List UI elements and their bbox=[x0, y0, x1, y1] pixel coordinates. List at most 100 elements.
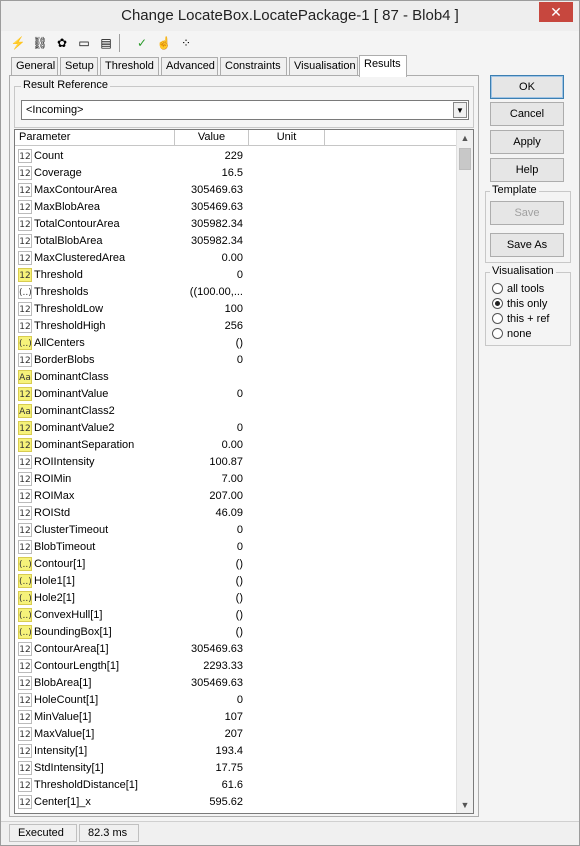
radio-this-plus-ref[interactable]: this + ref bbox=[492, 312, 550, 326]
visualisation-label: Visualisation bbox=[490, 265, 556, 277]
number-type-icon: 12 bbox=[18, 166, 32, 180]
result-reference-select[interactable]: <Incoming> ▼ bbox=[21, 100, 469, 120]
table-row[interactable]: (..) Hole1[1] () bbox=[15, 573, 457, 590]
parameter-name: MaxBlobArea bbox=[34, 201, 101, 213]
parameter-name: MaxContourArea bbox=[34, 184, 118, 196]
column-header-unit[interactable]: Unit bbox=[249, 130, 325, 146]
table-row[interactable]: 12 ROIIntensity 100.87 bbox=[15, 454, 457, 471]
table-row[interactable]: 12 Count 229 bbox=[15, 148, 457, 165]
number-type-icon: 12 bbox=[18, 387, 32, 401]
nodes-icon[interactable]: ⁘ bbox=[177, 34, 195, 52]
table-row[interactable]: 12 HoleCount[1] 0 bbox=[15, 692, 457, 709]
parameter-value: 0 bbox=[236, 541, 243, 553]
tab-advanced[interactable]: Advanced bbox=[161, 57, 218, 76]
table-row[interactable]: 12 ThresholdDistance[1] 61.6 bbox=[15, 777, 457, 794]
number-type-icon: 12 bbox=[18, 149, 32, 163]
help-button[interactable]: Help bbox=[490, 158, 564, 182]
column-header-parameter[interactable]: Parameter bbox=[15, 130, 175, 146]
table-row[interactable]: 12 StdIntensity[1] 17.75 bbox=[15, 760, 457, 777]
parameter-name: ROIMin bbox=[34, 473, 72, 485]
scroll-down-icon[interactable]: ▼ bbox=[457, 797, 473, 813]
table-row[interactable]: 12 BlobTimeout 0 bbox=[15, 539, 457, 556]
vertical-scrollbar[interactable]: ▲ ▼ bbox=[456, 130, 473, 813]
table-row[interactable]: 12 DominantValue 0 bbox=[15, 386, 457, 403]
table-row[interactable]: 12 ContourLength[1] 2293.33 bbox=[15, 658, 457, 675]
table-row[interactable]: 12 MaxValue[1] 207 bbox=[15, 726, 457, 743]
table-row[interactable]: 12 ThresholdHigh 256 bbox=[15, 318, 457, 335]
parameter-name: Hole2[1] bbox=[34, 592, 75, 604]
radio-all-tools[interactable]: all tools bbox=[492, 282, 544, 296]
tab-visualisation[interactable]: Visualisation bbox=[289, 57, 358, 76]
scroll-thumb[interactable] bbox=[459, 148, 471, 170]
parameter-name: Threshold bbox=[34, 269, 83, 281]
table-row[interactable]: 12 ClusterTimeout 0 bbox=[15, 522, 457, 539]
table-row[interactable]: Aa DominantClass2 bbox=[15, 403, 457, 420]
table-row[interactable]: 12 ThresholdLow 100 bbox=[15, 301, 457, 318]
save-button[interactable]: Save bbox=[490, 201, 564, 225]
table-row[interactable]: 12 MaxBlobArea 305469.63 bbox=[15, 199, 457, 216]
radio-icon bbox=[492, 283, 503, 294]
close-button[interactable]: ✕ bbox=[539, 2, 573, 22]
lightning-icon[interactable]: ⚡ bbox=[9, 34, 27, 52]
table-row[interactable]: 12 ROIMin 7.00 bbox=[15, 471, 457, 488]
radio-none[interactable]: none bbox=[492, 327, 531, 341]
radio-label: none bbox=[507, 328, 532, 340]
console-icon[interactable]: ▭ bbox=[75, 34, 93, 52]
status-state: Executed bbox=[9, 824, 77, 842]
chevron-down-icon[interactable]: ▼ bbox=[453, 102, 467, 118]
table-row[interactable]: 12 MinValue[1] 107 bbox=[15, 709, 457, 726]
bug-icon[interactable]: ✿ bbox=[53, 34, 71, 52]
tab-results[interactable]: Results bbox=[359, 55, 407, 77]
table-row[interactable]: (..) Thresholds ((100.00,... bbox=[15, 284, 457, 301]
parameter-value: () bbox=[235, 575, 243, 587]
number-type-icon: 12 bbox=[18, 693, 32, 707]
cancel-button[interactable]: Cancel bbox=[490, 102, 564, 126]
table-row[interactable]: 12 TotalBlobArea 305982.34 bbox=[15, 233, 457, 250]
tab-constraints[interactable]: Constraints bbox=[220, 57, 287, 76]
table-row[interactable]: (..) Contour[1] () bbox=[15, 556, 457, 573]
table-row[interactable]: (..) Hole2[1] () bbox=[15, 590, 457, 607]
parameter-name: HoleCount[1] bbox=[34, 694, 99, 706]
radio-this-only[interactable]: this only bbox=[492, 297, 547, 311]
results-table[interactable]: Parameter Value Unit 12 Count 229 12 Coverag… bbox=[14, 129, 474, 814]
table-row[interactable]: 12 ContourArea[1] 305469.63 bbox=[15, 641, 457, 658]
scroll-up-icon[interactable]: ▲ bbox=[457, 130, 473, 146]
table-row[interactable]: Aa DominantClass bbox=[15, 369, 457, 386]
table-row[interactable]: 12 TotalContourArea 305982.34 bbox=[15, 216, 457, 233]
checkmark-icon[interactable]: ✓ bbox=[133, 34, 151, 52]
table-row[interactable]: 12 Coverage 16.5 bbox=[15, 165, 457, 182]
parameter-name: BoundingBox[1] bbox=[34, 626, 112, 638]
table-row[interactable]: 12 MaxContourArea 305469.63 bbox=[15, 182, 457, 199]
table-row[interactable]: 12 Center[1]_x 595.62 bbox=[15, 794, 457, 811]
table-row[interactable]: (..) ConvexHull[1] () bbox=[15, 607, 457, 624]
number-type-icon: 12 bbox=[18, 472, 32, 486]
table-row[interactable]: 12 ROIMax 207.00 bbox=[15, 488, 457, 505]
chain-icon[interactable]: ⛓ bbox=[31, 34, 49, 52]
parameter-name: TotalBlobArea bbox=[34, 235, 103, 247]
table-row[interactable]: (..) BoundingBox[1] () bbox=[15, 624, 457, 641]
save-as-button[interactable]: Save As bbox=[490, 233, 564, 257]
table-row[interactable]: 12 Threshold 0 bbox=[15, 267, 457, 284]
tab-general[interactable]: General bbox=[11, 57, 58, 76]
column-header-value[interactable]: Value bbox=[175, 130, 249, 146]
parameter-value: 595.62 bbox=[209, 796, 243, 808]
number-type-icon: 12 bbox=[18, 302, 32, 316]
tab-threshold[interactable]: Threshold bbox=[100, 57, 159, 76]
table-row[interactable]: 12 DominantValue2 0 bbox=[15, 420, 457, 437]
table-row[interactable]: 12 DominantSeparation 0.00 bbox=[15, 437, 457, 454]
number-type-icon: 12 bbox=[18, 659, 32, 673]
ok-button[interactable]: OK bbox=[490, 75, 564, 99]
title-bar[interactable]: Change LocateBox.LocatePackage-1 [ 87 - … bbox=[1, 1, 579, 31]
table-row[interactable]: 12 ROIStd 46.09 bbox=[15, 505, 457, 522]
table-row[interactable]: 12 BlobArea[1] 305469.63 bbox=[15, 675, 457, 692]
table-row[interactable]: 12 BorderBlobs 0 bbox=[15, 352, 457, 369]
table-row[interactable]: (..) AllCenters () bbox=[15, 335, 457, 352]
hand-icon[interactable]: ☝ bbox=[155, 34, 173, 52]
table-row[interactable]: 12 MaxClusteredArea 0.00 bbox=[15, 250, 457, 267]
tab-setup[interactable]: Setup bbox=[60, 57, 98, 76]
table-row[interactable]: 12 Intensity[1] 193.4 bbox=[15, 743, 457, 760]
document-icon[interactable]: ▤ bbox=[97, 34, 115, 52]
apply-button[interactable]: Apply bbox=[490, 130, 564, 154]
text-type-icon: Aa bbox=[18, 370, 32, 384]
parameter-value: 0 bbox=[236, 388, 243, 400]
